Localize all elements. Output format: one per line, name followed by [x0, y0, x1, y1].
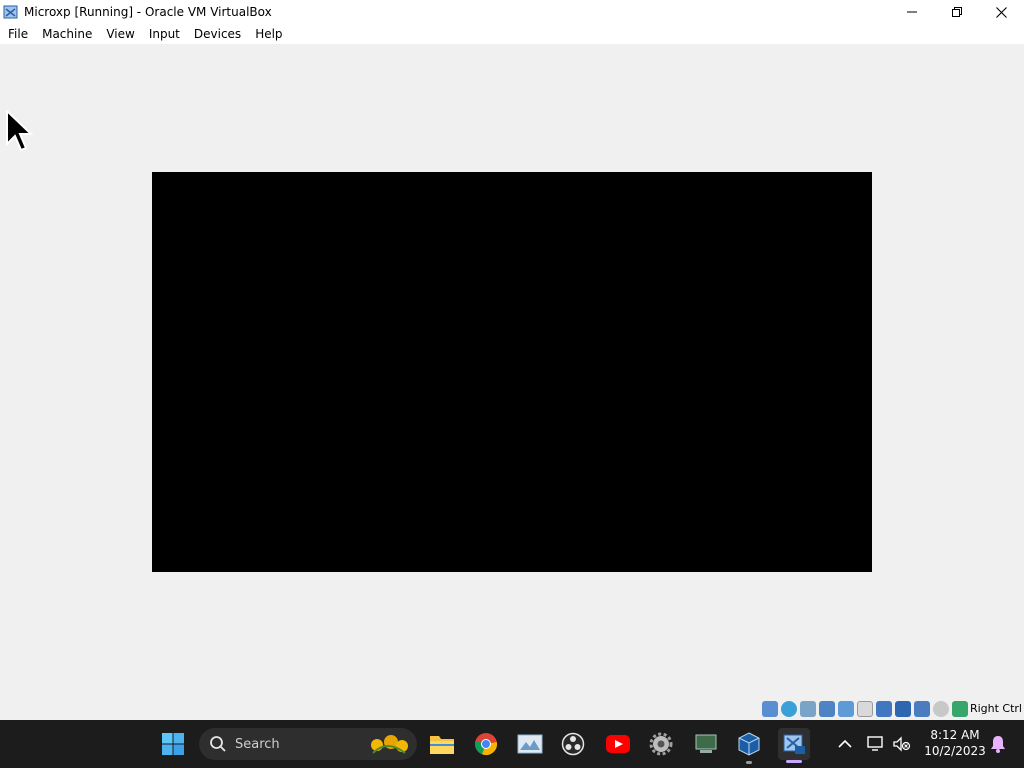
network-tray-button[interactable]	[862, 728, 890, 760]
taskbar-vm-xp[interactable]	[778, 728, 810, 760]
minimize-icon	[906, 11, 917, 13]
keyboard-capture-icon[interactable]	[952, 701, 968, 717]
shared-folders-icon[interactable]	[857, 701, 873, 717]
menu-help[interactable]: Help	[248, 24, 289, 44]
hard-disk-icon[interactable]	[762, 701, 778, 717]
network-icon[interactable]	[819, 701, 835, 717]
show-hidden-icons-button[interactable]	[829, 728, 861, 760]
windows-start-icon	[162, 733, 184, 755]
virtualization-icon[interactable]	[914, 701, 930, 717]
menu-devices[interactable]: Devices	[187, 24, 248, 44]
vm-xp-icon	[783, 734, 805, 754]
bell-icon	[991, 736, 1005, 753]
taskbar-photos[interactable]	[514, 728, 546, 760]
start-button[interactable]	[157, 728, 189, 760]
youtube-icon	[606, 735, 630, 753]
volume-tray-button[interactable]	[888, 728, 916, 760]
mouse-cursor-icon	[6, 110, 34, 152]
menu-file[interactable]: File	[1, 24, 35, 44]
mouse-integration-icon[interactable]	[933, 701, 949, 717]
search-placeholder: Search	[235, 736, 280, 752]
app-icon	[695, 734, 717, 753]
settings-icon	[649, 732, 673, 756]
restore-button[interactable]	[934, 0, 979, 24]
obs-icon	[561, 732, 585, 756]
taskbar-virtualbox[interactable]	[733, 728, 765, 760]
menu-input[interactable]: Input	[142, 24, 187, 44]
chrome-icon	[475, 733, 497, 756]
taskbar-settings[interactable]	[645, 728, 677, 760]
menu-view[interactable]: View	[99, 24, 141, 44]
photos-icon	[517, 734, 543, 754]
vm-display-area[interactable]	[0, 44, 1024, 698]
recording-icon[interactable]	[895, 701, 911, 717]
title-bar: Microxp [Running] - Oracle VM VirtualBox	[0, 0, 1024, 24]
taskbar-clock[interactable]: 8:12 AM 10/2/2023	[918, 727, 992, 759]
taskbar-search-box[interactable]: Search	[199, 728, 417, 760]
clock-date: 10/2/2023	[924, 744, 986, 758]
close-icon	[996, 6, 1007, 18]
network-monitor-icon	[867, 736, 883, 751]
window-title: Microxp [Running] - Oracle VM VirtualBox	[24, 5, 272, 19]
taskbar-obs[interactable]	[557, 728, 589, 760]
menu-machine[interactable]: Machine	[35, 24, 99, 44]
file-explorer-icon	[430, 736, 454, 754]
taskbar-app[interactable]	[690, 728, 722, 760]
close-button[interactable]	[979, 0, 1024, 24]
display-icon[interactable]	[876, 701, 892, 717]
clock-time: 8:12 AM	[930, 728, 980, 742]
usb-icon[interactable]	[838, 701, 854, 717]
taskbar-file-explorer[interactable]	[426, 728, 458, 760]
notifications-button[interactable]	[986, 728, 1010, 760]
vm-screen[interactable]	[152, 172, 872, 572]
taskbar: Search 8:12 AM 10/2/2023	[0, 720, 1024, 768]
status-bar: Right Ctrl	[0, 698, 1024, 720]
search-highlight-icon	[371, 735, 408, 754]
audio-icon[interactable]	[800, 701, 816, 717]
search-icon	[210, 736, 226, 752]
menu-bar: File Machine View Input Devices Help	[0, 24, 1024, 44]
virtualbox-app-icon	[3, 4, 19, 20]
host-key-label[interactable]: Right Ctrl	[970, 702, 1022, 715]
optical-drive-icon[interactable]	[781, 701, 797, 717]
chevron-up-icon	[838, 739, 852, 748]
restore-icon	[951, 7, 962, 17]
minimize-button[interactable]	[889, 0, 934, 24]
running-indicator	[746, 761, 752, 764]
volume-muted-icon	[893, 736, 911, 752]
virtualbox-icon	[738, 732, 760, 756]
taskbar-youtube[interactable]	[602, 728, 634, 760]
active-window-indicator	[786, 760, 802, 763]
taskbar-chrome[interactable]	[470, 728, 502, 760]
